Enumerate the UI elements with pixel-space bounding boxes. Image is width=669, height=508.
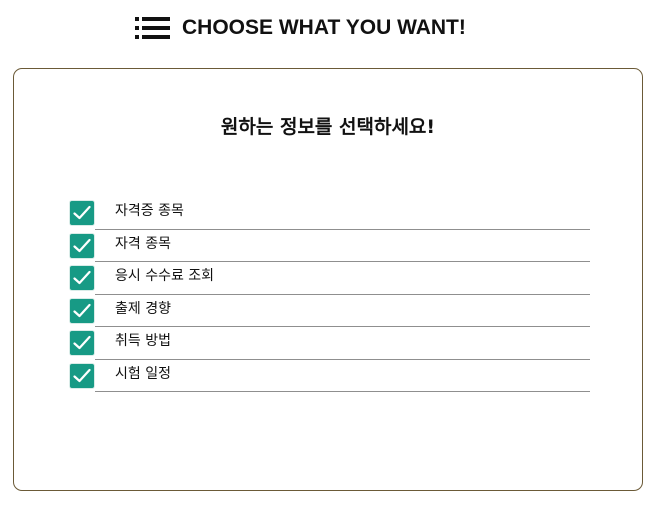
checkbox-checked-icon[interactable]	[70, 201, 94, 225]
checkbox-checked-icon[interactable]	[70, 266, 94, 290]
option-row[interactable]: 출제 경향	[70, 295, 590, 327]
checkbox-checked-icon[interactable]	[70, 298, 94, 323]
option-label: 자격증 종목	[115, 203, 184, 219]
option-label: 출제 경향	[115, 300, 171, 317]
checkbox-checked-icon[interactable]	[70, 331, 94, 355]
option-label: 자격 종목	[115, 235, 171, 252]
option-label: 취득 방법	[115, 333, 171, 349]
option-row[interactable]: 자격증 종목	[70, 197, 590, 230]
card-title: 원하는 정보를 선택하세요!	[220, 116, 436, 138]
selection-card: 원하는 정보를 선택하세요! 자격증 종목 자격 종목 응시 수수료 조회 출제…	[13, 68, 643, 491]
option-row[interactable]: 응시 수수료 조회	[70, 262, 590, 295]
page-title: CHOOSE WHAT YOU WANT!	[182, 16, 466, 39]
hamburger-menu-icon[interactable]	[135, 15, 171, 41]
option-label: 시험 일정	[115, 365, 171, 382]
option-label: 응시 수수료 조회	[115, 268, 215, 284]
option-row[interactable]: 시험 일정	[70, 360, 590, 392]
option-row[interactable]: 자격 종목	[70, 230, 590, 262]
page-header: CHOOSE WHAT YOU WANT!	[135, 12, 466, 44]
option-list: 자격증 종목 자격 종목 응시 수수료 조회 출제 경향 취득 방법 시험 일정	[70, 197, 590, 392]
divider	[95, 391, 590, 392]
option-row[interactable]: 취득 방법	[70, 327, 590, 360]
checkbox-checked-icon[interactable]	[70, 363, 94, 388]
checkbox-checked-icon[interactable]	[70, 233, 94, 258]
